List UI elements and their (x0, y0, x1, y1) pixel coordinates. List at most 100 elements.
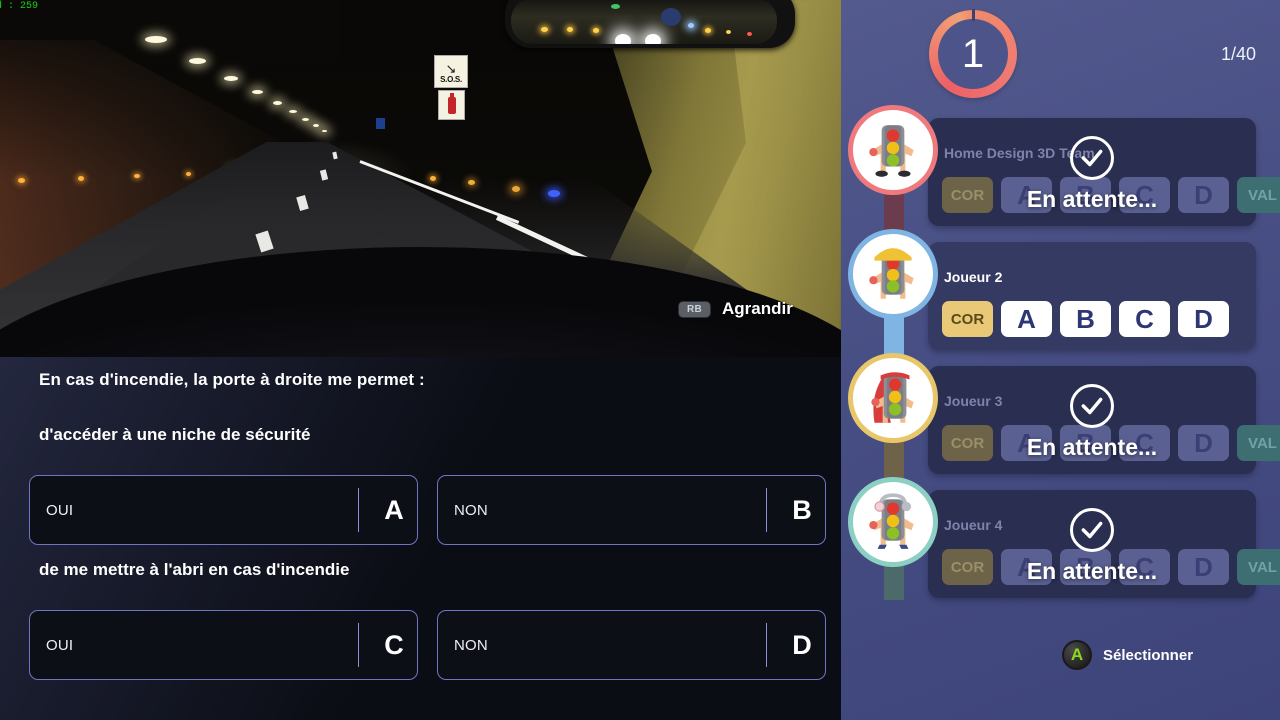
blue-tunnel-sign (376, 118, 385, 129)
mirror-light (726, 30, 731, 34)
player-3-buttons: COR A B C D VAL (942, 425, 1280, 461)
player-3-answer-a[interactable]: A (1001, 425, 1052, 461)
traffic-light-helmet-icon (869, 248, 914, 299)
player-1-answer-d[interactable]: D (1178, 177, 1229, 213)
player-1-answer-b[interactable]: B (1060, 177, 1111, 213)
answer-b-text: NON (454, 501, 488, 519)
mirror-light (567, 27, 573, 32)
answer-b-letter: B (792, 494, 812, 525)
player-3-cor-button[interactable]: COR (942, 425, 993, 461)
answer-option-b[interactable]: NON B (437, 475, 826, 545)
player-2-name: Joueur 2 (944, 269, 1003, 285)
answer-d-letter: D (792, 629, 812, 660)
player-card-3[interactable]: Joueur 3 COR A B C D VAL En attente... (928, 366, 1280, 474)
traffic-light-headset-icon (869, 493, 914, 549)
debug-id-text: d : 259 (0, 1, 39, 12)
mirror-light (705, 28, 711, 33)
check-circle-icon (1070, 508, 1114, 552)
player-card-4[interactable]: Joueur 4 COR A B C D VAL En attente... (928, 490, 1280, 598)
question-timer: 1 (929, 9, 1017, 98)
mirror-light (593, 28, 599, 33)
mirror-reflection (511, 0, 777, 44)
answer-a-letter: A (384, 494, 404, 525)
answer-a-text: OUI (46, 501, 74, 519)
select-hint[interactable]: A Sélectionner (1062, 640, 1193, 670)
player-4-buttons: COR A B C D VAL (942, 549, 1280, 585)
answer-b-divider (765, 488, 767, 532)
player-4-answer-b[interactable]: B (1060, 549, 1111, 585)
player-3-answer-d[interactable]: D (1178, 425, 1229, 461)
player-1-answer-c[interactable]: C (1119, 177, 1170, 213)
mirror-light (541, 27, 548, 32)
answer-d-divider (765, 623, 767, 667)
timer-tick-mark (972, 9, 975, 21)
timer-inner: 1 (938, 19, 1008, 89)
mirror-truck (661, 8, 681, 26)
player-4-name: Joueur 4 (944, 517, 1003, 533)
player-4-answer-a[interactable]: A (1001, 549, 1052, 585)
mirror-sign (611, 4, 620, 9)
player-2-answer-d[interactable]: D (1178, 301, 1229, 337)
check-circle-icon (1070, 384, 1114, 428)
mirror-headlight (615, 34, 631, 44)
player-card-2[interactable]: Joueur 2 COR A B C D (928, 242, 1256, 350)
mirror-light (747, 32, 752, 36)
question-block: En cas d'incendie, la porte à droite me … (0, 357, 841, 720)
player-3-val-button[interactable]: VAL (1237, 425, 1280, 461)
wall-reflector (134, 174, 140, 178)
player-4-answer-c[interactable]: C (1119, 549, 1170, 585)
player-1-val-button[interactable]: VAL (1237, 177, 1280, 213)
quiz-pane: ↘ S.O.S. RB Agrandir d: 259 En cas d'in… (0, 0, 841, 720)
a-button-icon: A (1062, 640, 1092, 670)
select-hint-label: Sélectionner (1103, 646, 1194, 664)
player-card-1[interactable]: Home Design 3D Team COR A B C D VAL En a… (928, 118, 1280, 226)
ceiling-lamp (224, 76, 238, 81)
expand-video-label: Agrandir (722, 299, 793, 318)
answer-option-c[interactable]: OUI C (29, 610, 418, 680)
mirror-headlight (645, 34, 661, 44)
player-2-avatar[interactable] (848, 229, 938, 319)
answer-c-divider (357, 623, 359, 667)
player-3-answer-b[interactable]: B (1060, 425, 1111, 461)
blue-light-glow (548, 190, 560, 197)
mirror-light (688, 23, 694, 28)
player-2-answer-b[interactable]: B (1060, 301, 1111, 337)
traffic-light-cape-icon (871, 372, 914, 423)
question-counter: 1/40 (1220, 44, 1256, 64)
player-4-avatar[interactable] (848, 477, 938, 567)
player-1-name: Home Design 3D Team (944, 145, 1095, 161)
expand-video-hint[interactable]: RB Agrandir (678, 299, 793, 319)
answer-d-text: NON (454, 636, 488, 654)
question-sub-1: d'accéder à une niche de sécurité (39, 425, 311, 444)
player-4-answer-d[interactable]: D (1178, 549, 1229, 585)
ceiling-lamp (252, 90, 263, 94)
answer-option-d[interactable]: NON D (437, 610, 826, 680)
player-2-answer-c[interactable]: C (1119, 301, 1170, 337)
wall-reflector (186, 172, 191, 176)
player-1-avatar[interactable] (848, 105, 938, 195)
player-2-cor-button[interactable]: COR (942, 301, 993, 337)
question-prompt: En cas d'incendie, la porte à droite me … (39, 370, 425, 389)
timer-value: 1 (961, 32, 985, 76)
driving-video[interactable]: ↘ S.O.S. RB Agrandir (0, 0, 841, 357)
ceiling-lamp (145, 36, 167, 43)
player-1-cor-button[interactable]: COR (942, 177, 993, 213)
player-3-avatar[interactable] (848, 353, 938, 443)
ceiling-lamp (313, 124, 319, 127)
sos-arrow-icon: ↘ (445, 60, 457, 76)
ceiling-lamp (289, 110, 297, 113)
player-4-cor-button[interactable]: COR (942, 549, 993, 585)
question-sub-2: de me mettre à l'abri en cas d'incendie (39, 560, 350, 579)
wall-reflector (18, 178, 25, 183)
sos-sign-label: S.O.S. (440, 74, 462, 84)
player-1-answer-a[interactable]: A (1001, 177, 1052, 213)
player-3-answer-c[interactable]: C (1119, 425, 1170, 461)
answer-option-a[interactable]: OUI A (29, 475, 418, 545)
answer-a-divider (357, 488, 359, 532)
player-4-val-button[interactable]: VAL (1237, 549, 1280, 585)
rb-button-badge: RB (678, 300, 711, 318)
ceiling-lamp (302, 118, 309, 121)
game-screen: ↘ S.O.S. RB Agrandir d: 259 En cas d'in… (0, 0, 1280, 720)
answer-c-text: OUI (46, 636, 74, 654)
player-2-answer-a[interactable]: A (1001, 301, 1052, 337)
